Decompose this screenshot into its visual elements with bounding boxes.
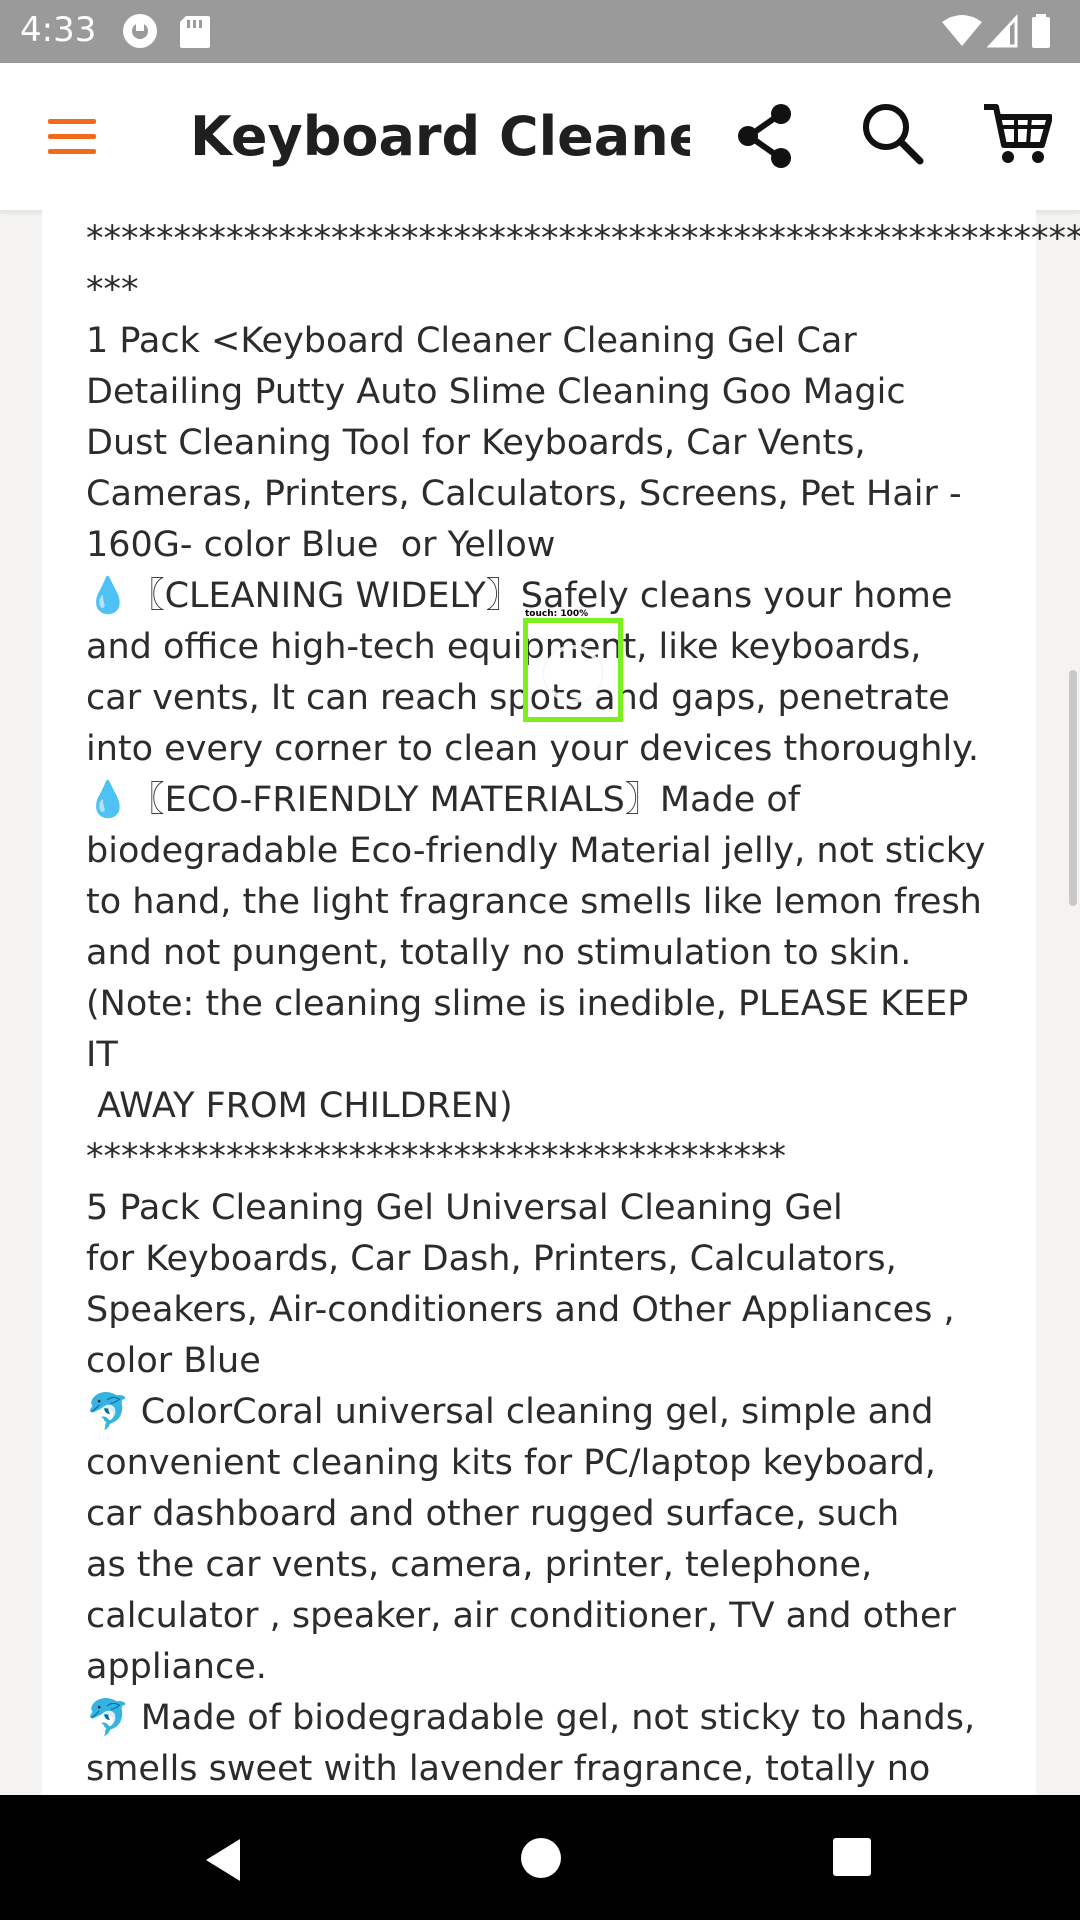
share-button[interactable] — [735, 103, 795, 169]
home-icon — [521, 1838, 561, 1878]
back-icon — [206, 1839, 240, 1881]
status-right-icons — [940, 12, 1060, 56]
cellular-signal-icon — [986, 14, 1018, 48]
scrollbar[interactable] — [1069, 670, 1077, 906]
app-bar: Keyboard Cleane… — [0, 63, 1080, 211]
share-icon — [738, 104, 791, 168]
sd-card-icon — [180, 16, 210, 48]
recents-icon — [833, 1838, 871, 1876]
status-left-icons — [120, 12, 220, 56]
product-description-card: ****************************************… — [42, 210, 1080, 1795]
page-title: Keyboard Cleane… — [190, 105, 690, 168]
recents-button[interactable] — [830, 1835, 874, 1879]
product-description-text: ****************************************… — [86, 219, 1080, 1789]
navigation-bar — [0, 1795, 1080, 1920]
touch-ripple — [544, 645, 602, 703]
hamburger-menu-icon — [48, 119, 96, 154]
menu-button[interactable] — [44, 107, 104, 167]
sync-icon — [123, 14, 157, 48]
cart-button[interactable] — [982, 101, 1053, 167]
status-bar: 4:33 — [0, 0, 1080, 63]
status-time: 4:33 — [20, 10, 97, 50]
back-button[interactable] — [200, 1835, 250, 1885]
wifi-icon — [942, 15, 982, 46]
home-button[interactable] — [518, 1835, 564, 1881]
cart-icon — [984, 104, 1053, 163]
search-icon — [863, 104, 924, 165]
search-button[interactable] — [860, 101, 926, 167]
touch-indicator-label: touch: 100% — [525, 609, 589, 619]
battery-icon — [1032, 14, 1050, 48]
